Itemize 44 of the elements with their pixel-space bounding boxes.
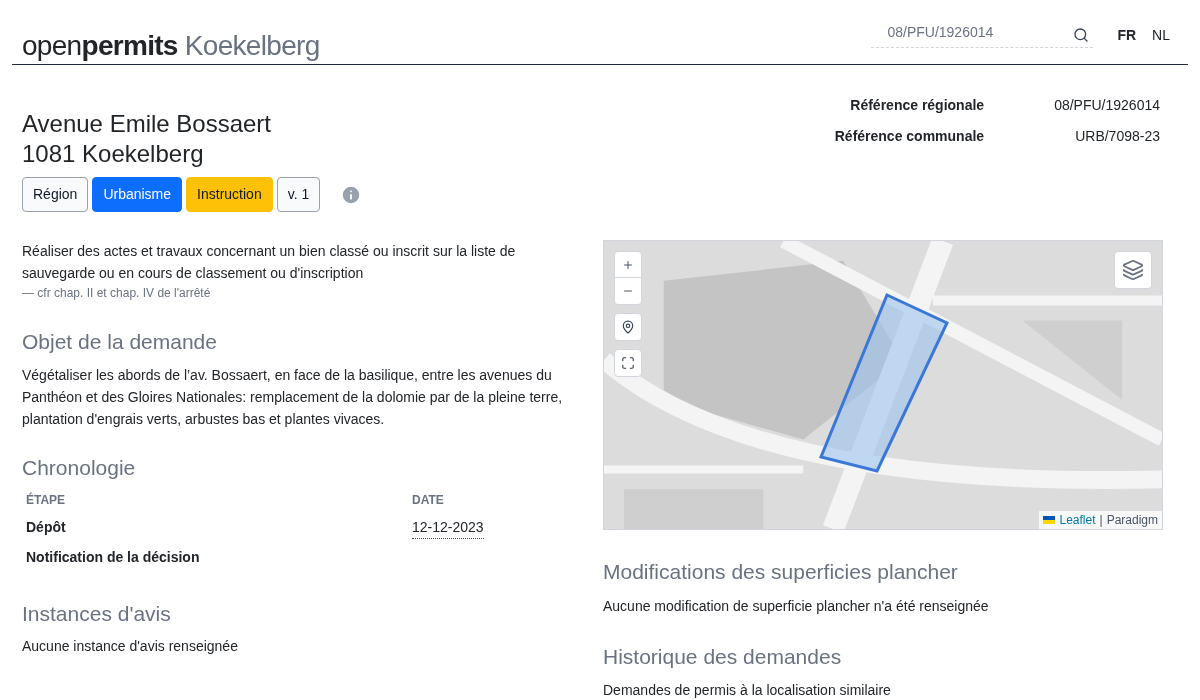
objet-text: Végétaliser les abords de l’av. Bossaert, en face de la basilique, entre les avenues du Panthéon et des Gloires Nationales: remplacement de la dolomie par de la pleine terre, plantation d'engrais verts, arbustes bas et plantes vivaces. xyxy=(22,365,564,429)
instances-text: Aucune instance d'avis renseignée xyxy=(22,636,239,656)
map-panel[interactable]: Leaflet | Paradigm xyxy=(603,240,1163,530)
reference-value: 08/PFU/1926014 xyxy=(1054,96,1160,115)
nature-text: Réaliser des actes et travaux concernant un bien classé ou inscrit sur la liste de sauvegarde ou en cours de classement ou d'inscription xyxy=(22,242,517,283)
reference-label: Référence régionale xyxy=(849,96,985,115)
flag-icon xyxy=(1043,516,1056,524)
address-street: Avenue Emile Bossaert xyxy=(22,109,273,139)
fullscreen-button[interactable] xyxy=(614,349,642,377)
section-title: Instances d'avis xyxy=(22,601,172,627)
section-title: Objet de la demande xyxy=(22,329,218,355)
map-pin-icon xyxy=(621,320,635,334)
locate-button[interactable] xyxy=(614,313,642,341)
column-header: ÉTAPE xyxy=(26,491,67,509)
status-badge: v. 1 xyxy=(276,177,321,212)
info-icon[interactable] xyxy=(340,183,363,206)
table-cell-text: Notification de la décision xyxy=(26,548,201,567)
fullscreen-icon xyxy=(621,356,635,370)
plus-icon xyxy=(622,258,634,271)
status-badge: Instruction xyxy=(186,177,273,212)
section-title: Modifications des superficies plancher xyxy=(603,559,959,585)
table-cell: 12-12-2023 xyxy=(412,517,484,539)
column-header: DATE xyxy=(412,492,445,509)
status-badge: Région xyxy=(22,177,89,212)
historique-text: Demandes de permis à la localisation similaire xyxy=(603,681,892,700)
layers-icon xyxy=(1122,259,1144,281)
reference-value: URB/7098-23 xyxy=(1074,127,1160,146)
superficies-text: Aucune modification de superficie plancher n'a été renseignée xyxy=(603,596,990,616)
search-icon[interactable] xyxy=(1073,26,1090,43)
language-link[interactable]: FR xyxy=(1117,24,1137,46)
address-city: 1081 Koekelberg xyxy=(22,139,205,169)
section-title: Historique des demandes xyxy=(603,643,843,670)
reference-label: Référence communale xyxy=(834,127,985,146)
nature-note: — cfr chap. II et chap. IV de l'arrêté xyxy=(22,285,212,302)
brand-logo[interactable]: openpermits Koekelberg xyxy=(22,32,320,60)
status-badge: Urbanisme xyxy=(92,177,183,212)
search-field[interactable]: 08/PFU/1926014 xyxy=(871,22,1074,47)
leaflet-link[interactable]: Leaflet xyxy=(1059,511,1096,529)
attribution-source: Paradigm xyxy=(1106,512,1158,529)
layers-button[interactable] xyxy=(1114,251,1152,289)
section-title: Chronologie xyxy=(22,454,137,481)
language-link[interactable]: NL xyxy=(1152,24,1170,46)
attribution-separator: | xyxy=(1099,512,1103,529)
table-cell-text: Dépôt xyxy=(26,518,67,537)
